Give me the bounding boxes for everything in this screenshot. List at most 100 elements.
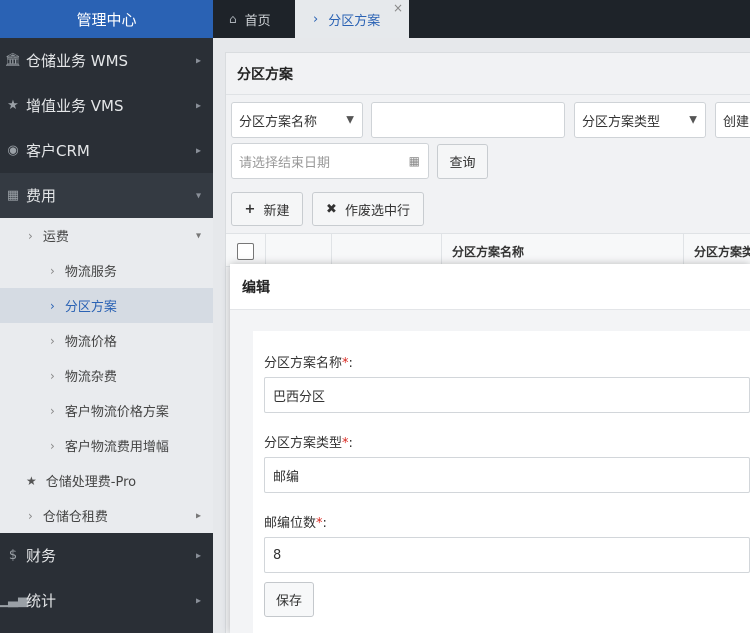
submenu-logistics-misc[interactable]: › 物流杂费 — [0, 358, 213, 393]
new-button[interactable]: + 新建 — [231, 192, 303, 226]
table-header: 分区方案名称 分区方案类 — [226, 233, 750, 268]
nav-item-stats[interactable]: ▁▃▅ 统计 ▸ — [0, 578, 213, 623]
table-icon: ▦ — [6, 188, 20, 203]
edit-modal: 编辑 分区方案名称*: 巴西分区 分区方案类型*: 邮编 邮编位数*: 8 保存 — [230, 264, 750, 633]
label-text: 分区方案类型 — [264, 436, 343, 451]
chevron-right-icon: ▸ — [195, 510, 201, 521]
chevron-right-icon: ▸ — [195, 145, 201, 156]
label-text: 分区方案名称 — [264, 356, 343, 371]
nav-item-wms[interactable]: 🏛︎ 仓储业务 WMS ▸ — [0, 38, 213, 83]
chevron-right-icon: ▸ — [195, 550, 201, 561]
submenu-logistics-service[interactable]: › 物流服务 — [0, 253, 213, 288]
label-text: 邮编位数 — [264, 516, 317, 531]
caret-down-icon: ▼ — [346, 114, 354, 126]
placeholder-text: 请选择结束日期 — [239, 155, 331, 171]
chevron-right-icon: ▸ — [195, 55, 201, 66]
tab-zone-scheme[interactable]: › 分区方案 × — [295, 0, 409, 38]
submenu-storage-pro[interactable]: ★ 仓储处理费-Pro — [0, 463, 213, 498]
submenu-label: 物流服务 — [64, 265, 117, 280]
type-label: 分区方案类型*: — [264, 432, 353, 451]
chevron-right-icon: › — [313, 11, 319, 27]
digits-label: 邮编位数*: — [264, 512, 327, 531]
chevron-right-icon: › — [28, 508, 33, 523]
chevron-right-icon: › — [50, 438, 55, 453]
submenu-logistics-price[interactable]: › 物流价格 — [0, 323, 213, 358]
column-zone-type[interactable]: 分区方案类 — [683, 234, 750, 268]
tab-label: 首页 — [244, 13, 271, 29]
field-value: 邮编 — [273, 469, 300, 485]
submenu-storage-rent[interactable]: › 仓储仓租费 ▸ — [0, 498, 213, 533]
button-label: 新建 — [263, 203, 290, 219]
fees-submenu: › 运费 ▾ › 物流服务 › 分区方案 › 物流价格 › 物流杂费 › 客户物… — [0, 218, 213, 533]
star-icon: ★ — [7, 98, 19, 113]
chevron-right-icon: › — [50, 403, 55, 418]
bar-chart-icon: ▁▃▅ — [0, 593, 28, 608]
nav-item-finance[interactable]: $ 财务 ▸ — [0, 533, 213, 578]
chevron-right-icon: › — [50, 333, 55, 348]
nav-item-label: 统计 — [26, 592, 57, 610]
nav-item-label: 仓储业务 WMS — [26, 52, 129, 70]
save-button[interactable]: 保存 — [264, 582, 314, 617]
nav-item-label: 客户CRM — [26, 142, 90, 160]
submenu-customer-fee-increase[interactable]: › 客户物流费用增幅 — [0, 428, 213, 463]
nav-item-label: 增值业务 VMS — [26, 97, 124, 115]
modal-body: 分区方案名称*: 巴西分区 分区方案类型*: 邮编 邮编位数*: 8 保存 — [230, 310, 750, 633]
end-date-input[interactable]: 请选择结束日期 ▦ — [231, 143, 429, 179]
chevron-right-icon: ▸ — [195, 595, 201, 606]
nav-item-crm[interactable]: ◉ 客户CRM ▸ — [0, 128, 213, 173]
edit-form: 分区方案名称*: 巴西分区 分区方案类型*: 邮编 邮编位数*: 8 保存 — [253, 331, 750, 633]
plus-icon: + — [244, 201, 256, 217]
button-label: 作废选中行 — [344, 203, 410, 219]
column-zone-name[interactable]: 分区方案名称 — [441, 234, 683, 268]
panel-title: 分区方案 — [226, 53, 750, 95]
brand-title: 管理中心 — [0, 0, 213, 38]
submenu-label: 物流价格 — [64, 335, 117, 350]
calendar-icon: ▦ — [408, 154, 420, 168]
submenu-zone-scheme[interactable]: › 分区方案 — [0, 288, 213, 323]
nav-item-fees[interactable]: ▦ 费用 ▾ — [0, 173, 213, 218]
tab-home[interactable]: ⌂ 首页 — [213, 0, 295, 38]
chevron-right-icon: › — [28, 228, 33, 243]
label-colon: : — [322, 516, 327, 531]
filter-name-input[interactable] — [371, 102, 565, 138]
x-icon: ✖ — [326, 201, 337, 217]
submenu-label: 分区方案 — [64, 300, 117, 315]
query-button[interactable]: 查询 — [437, 144, 488, 179]
label-colon: : — [348, 356, 353, 371]
filter-name-select[interactable]: 分区方案名称 ▼ — [231, 102, 363, 138]
chevron-right-icon: › — [50, 298, 55, 313]
filter-created-select[interactable]: 创建 — [715, 102, 750, 138]
chevron-right-icon: ▸ — [195, 100, 201, 111]
chevron-right-icon: › — [50, 368, 55, 383]
button-label: 保存 — [275, 594, 302, 609]
submenu-label: 客户物流费用增幅 — [64, 440, 169, 455]
void-selected-button[interactable]: ✖ 作废选中行 — [312, 192, 424, 226]
submenu-freight[interactable]: › 运费 ▾ — [0, 218, 213, 253]
name-field[interactable]: 巴西分区 — [264, 377, 750, 413]
field-value: 巴西分区 — [273, 389, 326, 405]
chevron-right-icon: › — [50, 263, 55, 278]
submenu-label: 运费 — [42, 230, 69, 245]
select-all-checkbox[interactable] — [237, 242, 254, 260]
submenu-label: 客户物流价格方案 — [64, 405, 169, 420]
select-value: 分区方案类型 — [582, 114, 661, 130]
submenu-label: 物流杂费 — [64, 370, 117, 385]
submenu-label: 仓储仓租费 — [42, 510, 108, 525]
chevron-down-icon: ▾ — [195, 230, 201, 241]
table-header-cell — [265, 234, 331, 268]
submenu-customer-price-plan[interactable]: › 客户物流价格方案 — [0, 393, 213, 428]
star-icon: ★ — [26, 473, 37, 488]
type-field[interactable]: 邮编 — [264, 457, 750, 493]
filter-type-select[interactable]: 分区方案类型 ▼ — [574, 102, 706, 138]
sidebar: 管理中心 🏛︎ 仓储业务 WMS ▸ ★ 增值业务 VMS ▸ ◉ 客户CRM … — [0, 0, 213, 633]
select-value: 创建 — [723, 114, 750, 130]
nav-item-vms[interactable]: ★ 增值业务 VMS ▸ — [0, 83, 213, 128]
bank-icon: 🏛︎ — [4, 53, 22, 68]
user-circle-icon: ◉ — [7, 143, 19, 158]
name-label: 分区方案名称*: — [264, 352, 353, 371]
close-icon[interactable]: × — [393, 1, 403, 15]
select-all-cell — [226, 234, 265, 268]
tab-bar: ⌂ 首页 › 分区方案 × — [213, 0, 750, 38]
digits-field[interactable]: 8 — [264, 537, 750, 573]
table-header-cell — [331, 234, 441, 268]
